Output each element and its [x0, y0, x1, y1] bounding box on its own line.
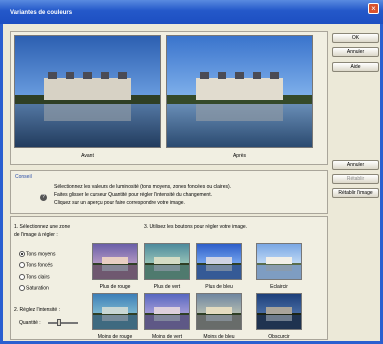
radio-icon	[19, 285, 25, 291]
less-green-label: Moins de vert	[151, 334, 182, 340]
reset-image-button[interactable]: Rétablir l'image	[332, 188, 379, 198]
radio-icon	[19, 251, 25, 257]
castle-image	[196, 71, 283, 101]
step3-title: 3. Utilisez les boutons pour régler votr…	[144, 224, 248, 230]
window-title: Variantes de couleurs	[10, 10, 73, 16]
radio-tons-fonces[interactable]: Tons foncés	[19, 262, 53, 268]
tip-title: Conseil	[15, 174, 32, 180]
less-red-thumbnail[interactable]	[92, 293, 138, 330]
step2-title: 2. Réglez l'intensité :	[14, 307, 60, 313]
less-blue-label: Moins de bleu	[203, 334, 235, 340]
step1-title: 1. Sélectionnez une zone	[14, 224, 71, 230]
after-preview	[166, 35, 313, 148]
radio-saturation[interactable]: Saturation	[19, 285, 49, 291]
help-button[interactable]: Aide	[332, 62, 379, 72]
info-icon: ?	[40, 194, 47, 201]
tip-line-3: Cliquez sur un aperçu pour faire corresp…	[54, 200, 185, 206]
radio-tons-moyens[interactable]: Tons moyens	[19, 251, 55, 257]
tip-line-1: Sélectionnez les valeurs de luminosité (…	[54, 184, 232, 190]
less-blue-thumbnail[interactable]	[196, 293, 242, 330]
radio-icon	[19, 262, 25, 268]
lighten-label: Eclaircir	[270, 284, 288, 290]
darken-thumbnail[interactable]	[256, 293, 302, 330]
more-green-thumbnail[interactable]	[144, 243, 190, 280]
quantity-label: Quantité :	[19, 320, 41, 326]
lighten-thumbnail[interactable]	[256, 243, 302, 280]
radio-tons-clairs[interactable]: Tons clairs	[19, 274, 50, 280]
reset-button[interactable]: Rétablir	[332, 174, 379, 184]
less-red-label: Moins de rouge	[97, 334, 133, 340]
more-green-label: Plus de vert	[153, 284, 181, 290]
castle-image	[44, 71, 131, 101]
after-caption: Après	[232, 153, 247, 159]
before-caption: Avant	[81, 153, 94, 159]
before-preview	[14, 35, 161, 148]
cancel-adjust-button[interactable]: Annuler	[332, 160, 379, 170]
quantity-slider-track[interactable]	[48, 322, 78, 324]
cancel-button[interactable]: Annuler	[332, 47, 379, 57]
more-blue-label: Plus de bleu	[205, 284, 233, 290]
title-bar: Variantes de couleurs ×	[0, 0, 383, 24]
more-red-thumbnail[interactable]	[92, 243, 138, 280]
more-red-label: Plus de rouge	[99, 284, 131, 290]
step1-subtitle: de l'image à régler :	[14, 232, 58, 238]
close-icon[interactable]: ×	[368, 3, 379, 14]
ok-button[interactable]: OK	[332, 33, 379, 43]
tip-line-2: Faites glisser le curseur Quantité pour …	[54, 192, 212, 198]
less-green-thumbnail[interactable]	[144, 293, 190, 330]
darken-label: Obscurcir	[268, 334, 290, 340]
radio-icon	[19, 274, 25, 280]
more-blue-thumbnail[interactable]	[196, 243, 242, 280]
quantity-slider-thumb[interactable]	[56, 319, 61, 326]
